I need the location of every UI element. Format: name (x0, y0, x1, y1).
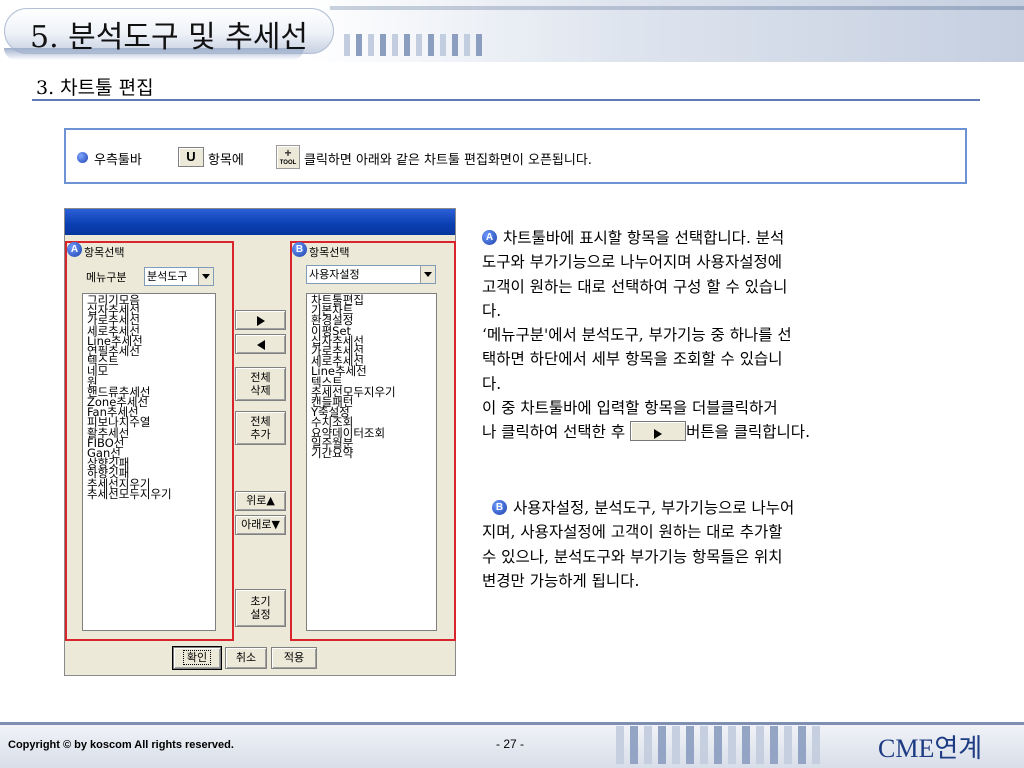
header-stripes (344, 34, 482, 56)
page-title: 5. 분석도구 및 추세선 (30, 20, 309, 55)
badge-b-icon: B (492, 499, 507, 515)
tool-button[interactable]: + TOOL (276, 145, 300, 169)
ok-button-label: 확인 (182, 650, 212, 665)
header-top-line (330, 6, 1024, 10)
brand-logo: CME연계 (878, 734, 983, 763)
add-all-button[interactable]: 전체 추가 (235, 411, 286, 445)
page-number: - 27 - (496, 737, 525, 751)
ok-button[interactable]: 확인 (172, 646, 222, 670)
description-a-line: 고객이 원하는 대로 선택하여 구성 할 수 있습니 (482, 277, 788, 296)
description-a-last-line: 나 클릭하여 선택한 후 버튼을 클릭합니다. (482, 420, 972, 444)
description-a-line: 도구와 부가기능으로 나누어지며 사용자설정에 (482, 253, 782, 272)
description-a-line: 차트툴바에 표시할 항목을 선택합니다. 분석 (503, 229, 785, 247)
menu-category-select[interactable]: 분석도구 (144, 267, 214, 286)
description-a-line: 다. (482, 374, 502, 393)
add-item-button[interactable] (235, 310, 286, 330)
tool-button-label: TOOL (279, 160, 297, 166)
footer: Copyright © by koscom All rights reserve… (0, 722, 1024, 768)
copyright: Copyright © by koscom All rights reserve… (8, 739, 234, 751)
menu-category-label: 메뉴구분 (86, 271, 127, 284)
badge-b-icon: B (292, 242, 307, 257)
description-b-line: 수 있으나, 분석도구와 부가기능 항목들은 위치 (482, 547, 783, 566)
user-setting-value: 사용자설정 (309, 268, 360, 281)
description-b: B 사용자설정, 분석도구, 부가기능으로 나누어 지며, 사용자설정에 고객이 … (482, 496, 972, 593)
chevron-down-icon[interactable] (198, 268, 213, 285)
badge-a-icon: A (67, 242, 82, 257)
description-a-first-line: A 차트툴바에 표시할 항목을 선택합니다. 분석 (482, 226, 972, 250)
apply-button[interactable]: 적용 (271, 647, 317, 669)
delete-all-button[interactable]: 전체 삭제 (235, 367, 286, 401)
user-setting-select[interactable]: 사용자설정 (306, 265, 436, 284)
chevron-down-icon[interactable] (420, 266, 435, 283)
panel-b-label: 항목선택 (309, 246, 350, 259)
available-items-list[interactable]: 그리기모음 십자추세선 가로추세선 세로추세선 Line추세선 연필추세선 텍스트 네모 원 핸드… (82, 293, 216, 631)
instruction-text-before: 우측툴바 (94, 153, 142, 168)
footer-divider (0, 722, 1024, 725)
description-a-last-before: 나 클릭하여 선택한 후 (482, 423, 626, 442)
instruction-text-middle: 항목에 (208, 153, 244, 168)
dialog-titlebar[interactable] (65, 209, 455, 235)
list-item[interactable]: 기간요약 (307, 447, 436, 459)
move-up-button[interactable]: 위로▲ (235, 491, 286, 511)
panel-a-item-selection: A 항목선택 메뉴구분 분석도구 그리기모음 십자추세선 가로추세선 세로추세선 Lin… (65, 241, 234, 641)
selected-items-list[interactable]: 차트툴편집 기본차트 환경설정 이평Set 십자추세선 가로추세선 세로추세선 Line추세선… (306, 293, 437, 631)
bullet-icon (77, 152, 88, 163)
move-down-button[interactable]: 아래로▼ (235, 515, 286, 535)
badge-a-icon: A (482, 229, 497, 245)
footer-stripes (616, 726, 820, 764)
reset-button[interactable]: 초기 설정 (235, 589, 286, 627)
cancel-button[interactable]: 취소 (225, 647, 267, 669)
list-item[interactable]: 네모 (83, 366, 215, 378)
panel-a-label: 항목선택 (84, 246, 125, 259)
page-subtitle: 3. 차트툴 편집 (36, 77, 154, 99)
description-a-line: 택하면 하단에서 세부 항목을 조회할 수 있습니 (482, 350, 783, 369)
instruction-text-after: 클릭하면 아래와 같은 차트툴 편집화면이 오픈됩니다. (304, 153, 592, 168)
description-b-line: 지며, 사용자설정에 고객이 원하는 대로 추가할 (482, 523, 783, 542)
plus-icon: + (284, 146, 292, 160)
panel-b-item-selection: B 항목선택 사용자설정 차트툴편집 기본차트 환경설정 이평Set 십자추세선 가로추세… (290, 241, 456, 641)
list-item[interactable]: 추세선모두지우기 (83, 488, 215, 500)
description-a-last-after: 버튼을 클릭합니다. (686, 423, 810, 442)
description-a-line: 다. (482, 301, 502, 320)
subtitle-divider (32, 99, 980, 101)
description-b-line: 사용자설정, 분석도구, 부가기능으로 나누어 (513, 499, 795, 517)
inline-add-button (630, 421, 687, 442)
description-b-line: 변경만 가능하게 됩니다. (482, 571, 640, 590)
instruction-box: 우측툴바 U 항목에 + TOOL 클릭하면 아래와 같은 차트툴 편집화면이 … (64, 128, 967, 184)
description-a-line: ‘메뉴구분'에서 분석도구, 부가기능 중 하나를 선 (482, 326, 792, 345)
arrow-left-icon (256, 340, 265, 350)
menu-category-value: 분석도구 (147, 270, 188, 283)
u-toolbar-button[interactable]: U (178, 147, 204, 167)
chart-tool-edit-dialog: A 항목선택 메뉴구분 분석도구 그리기모음 십자추세선 가로추세선 세로추세선 Lin… (64, 208, 456, 676)
description-b-first-line: B 사용자설정, 분석도구, 부가기능으로 나누어 (482, 496, 972, 520)
remove-item-button[interactable] (235, 334, 286, 354)
description-a: A 차트툴바에 표시할 항목을 선택합니다. 분석 도구와 부가기능으로 나누어지… (482, 226, 972, 445)
description-a-line: 이 중 차트툴바에 입력할 항목을 더블클릭하거 (482, 399, 778, 418)
arrow-right-icon (654, 429, 663, 440)
arrow-right-icon (256, 316, 265, 326)
